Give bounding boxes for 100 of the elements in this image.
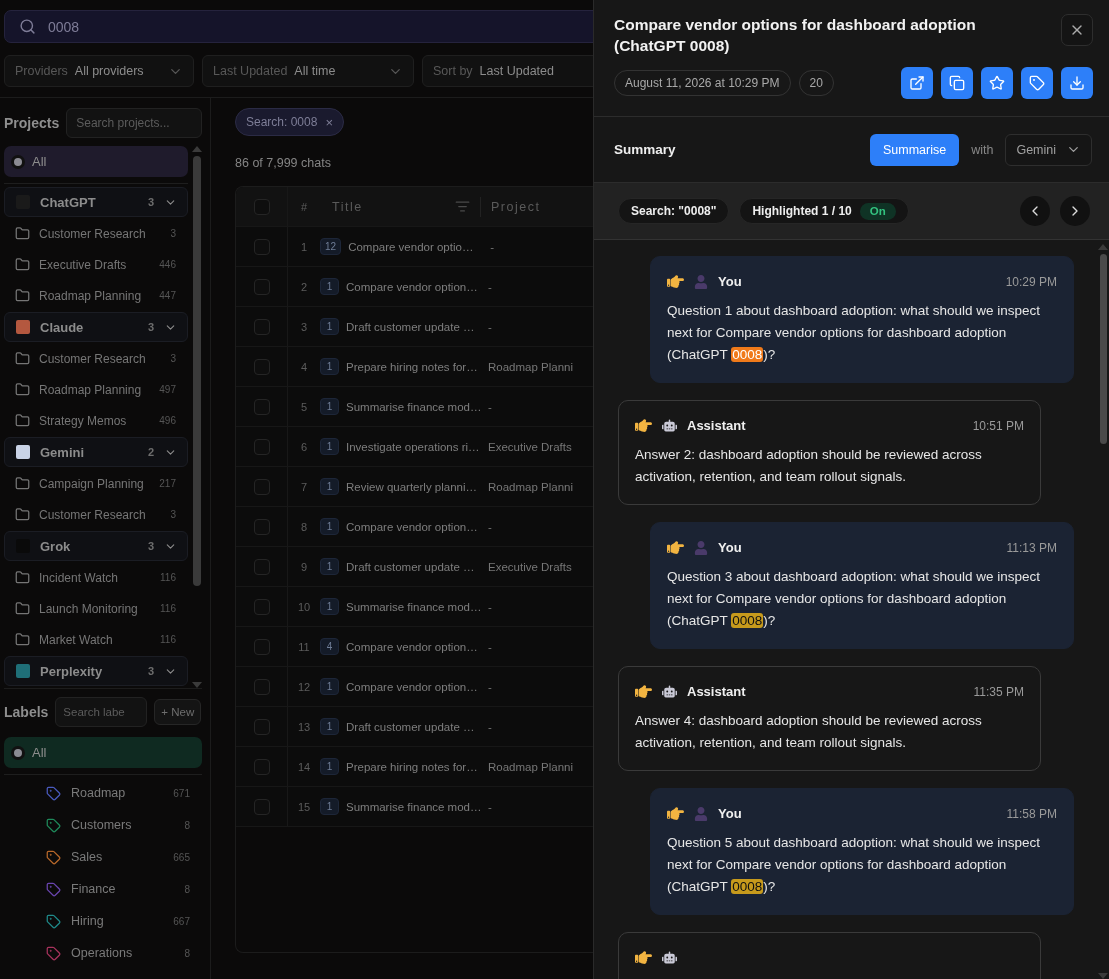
row-checkbox[interactable] xyxy=(253,758,270,775)
star-button[interactable] xyxy=(981,67,1013,99)
chat-title[interactable]: Compare vendor option… xyxy=(346,520,488,533)
column-header: # xyxy=(299,200,309,213)
label-item[interactable]: Finance 8 xyxy=(4,873,202,905)
summarise-button[interactable]: Summarise xyxy=(869,133,960,166)
search-field[interactable]: 0008 xyxy=(4,10,593,43)
scrollbar-thumb[interactable] xyxy=(1099,254,1107,444)
pointing-hand-icon xyxy=(667,805,684,822)
folder-icon xyxy=(15,257,30,272)
filter-dropdown[interactable]: Providers All providers xyxy=(4,55,194,87)
previous-match-button[interactable] xyxy=(1020,196,1050,226)
filter-dropdown[interactable]: Last Updated All time xyxy=(202,55,414,87)
robot-icon xyxy=(662,684,677,699)
row-checkbox[interactable] xyxy=(253,558,270,575)
scroll-down-icon[interactable] xyxy=(1098,973,1108,979)
project-item[interactable]: Incident Watch 116 xyxy=(4,562,188,593)
chat-title[interactable]: Compare vendor optio… xyxy=(348,240,491,253)
chat-title[interactable]: Summarise finance mod… xyxy=(346,400,488,413)
all-labels-item[interactable]: All xyxy=(4,737,202,768)
folder-icon xyxy=(15,570,30,585)
user-message: You 10:29 PM Question 1 about dashboard adoption: what should we inspect next for Compare vendor options for dashboard adoption (ChatGPT 0008)? xyxy=(650,256,1074,383)
label-item[interactable]: Sales 665 xyxy=(4,841,202,873)
project-cell: Roadmap Planni xyxy=(488,360,574,373)
row-checkbox[interactable] xyxy=(253,798,270,815)
scroll-down-icon[interactable] xyxy=(192,682,202,688)
pointing-hand-icon xyxy=(635,417,652,434)
label-item[interactable]: Customers 8 xyxy=(4,809,202,841)
label-search-field[interactable]: Search labe xyxy=(55,697,148,727)
row-checkbox[interactable] xyxy=(253,398,270,415)
chat-title[interactable]: Draft customer update … xyxy=(346,320,488,333)
chat-title[interactable]: Summarise finance mod… xyxy=(346,800,488,813)
person-icon xyxy=(694,540,708,555)
chat-title[interactable]: Draft customer update … xyxy=(346,720,488,733)
chat-title[interactable]: Compare vendor option… xyxy=(346,640,488,653)
next-match-button[interactable] xyxy=(1060,196,1090,226)
column-header: Project xyxy=(491,199,541,214)
label-item[interactable]: Roadmap 671 xyxy=(4,777,202,809)
project-item[interactable]: Customer Research 3 xyxy=(4,343,188,374)
row-checkbox[interactable] xyxy=(253,238,270,255)
message-count-badge: 1 xyxy=(320,278,339,295)
row-number: 5 xyxy=(299,400,309,413)
model-dropdown[interactable]: Gemini xyxy=(1005,133,1092,166)
tag-button[interactable] xyxy=(1021,67,1053,99)
remove-chip-button[interactable]: × xyxy=(325,114,333,130)
row-checkbox[interactable] xyxy=(253,478,270,495)
chat-title[interactable]: Investigate operations ri… xyxy=(346,440,488,453)
project-item[interactable]: Customer Research 3 xyxy=(4,218,188,249)
all-projects-item[interactable]: All xyxy=(4,146,188,177)
chat-title[interactable]: Draft customer update … xyxy=(346,560,488,573)
provider-group[interactable]: Claude 3 xyxy=(4,312,188,342)
folder-icon xyxy=(15,226,30,241)
chat-title[interactable]: Compare vendor option… xyxy=(346,680,488,693)
project-item[interactable]: Market Watch 116 xyxy=(4,624,188,655)
scrollbar-thumb[interactable] xyxy=(193,156,201,586)
chat-title[interactable]: Prepare hiring notes for… xyxy=(346,360,488,373)
project-cell: Executive Drafts xyxy=(488,440,572,453)
new-label-button[interactable]: + New xyxy=(154,699,202,725)
row-checkbox[interactable] xyxy=(253,438,270,455)
folder-icon xyxy=(15,382,30,397)
project-cell: - xyxy=(488,600,492,613)
chat-title[interactable]: Review quarterly planni… xyxy=(346,480,488,493)
message-count-badge: 1 xyxy=(320,438,339,455)
project-item[interactable]: Customer Research 3 xyxy=(4,499,188,530)
project-item[interactable]: Strategy Memos 496 xyxy=(4,405,188,436)
row-checkbox[interactable] xyxy=(253,518,270,535)
provider-group[interactable]: Grok 3 xyxy=(4,531,188,561)
project-item[interactable]: Campaign Planning 217 xyxy=(4,468,188,499)
close-button[interactable] xyxy=(1061,14,1093,46)
project-item[interactable]: Roadmap Planning 497 xyxy=(4,374,188,405)
project-search-field[interactable]: Search projects... xyxy=(66,108,202,138)
filter-dropdown[interactable]: Sort by Last Updated xyxy=(422,55,593,87)
row-checkbox[interactable] xyxy=(253,318,270,335)
project-cell: - xyxy=(488,280,492,293)
label-item[interactable]: Hiring 667 xyxy=(4,905,202,937)
copy-button[interactable] xyxy=(941,67,973,99)
provider-group[interactable]: Perplexity 3 xyxy=(4,656,188,686)
row-checkbox[interactable] xyxy=(253,358,270,375)
row-checkbox[interactable] xyxy=(253,718,270,735)
chat-title[interactable]: Prepare hiring notes for… xyxy=(346,760,488,773)
row-checkbox[interactable] xyxy=(253,638,270,655)
project-item[interactable]: Launch Monitoring 116 xyxy=(4,593,188,624)
label-item[interactable]: Operations 8 xyxy=(4,937,202,969)
chat-title[interactable]: Compare vendor option… xyxy=(346,280,488,293)
row-checkbox[interactable] xyxy=(253,678,270,695)
download-button[interactable] xyxy=(1061,67,1093,99)
project-item[interactable]: Roadmap Planning 447 xyxy=(4,280,188,311)
project-item[interactable]: Executive Drafts 446 xyxy=(4,249,188,280)
open-external-button[interactable] xyxy=(901,67,933,99)
provider-group[interactable]: ChatGPT 3 xyxy=(4,187,188,217)
message-count-badge: 1 xyxy=(320,398,339,415)
row-checkbox[interactable] xyxy=(253,598,270,615)
robot-icon xyxy=(662,950,677,965)
filter-icon[interactable] xyxy=(455,199,470,214)
provider-group[interactable]: Gemini 2 xyxy=(4,437,188,467)
row-checkbox[interactable] xyxy=(253,278,270,295)
chat-title[interactable]: Summarise finance mod… xyxy=(346,600,488,613)
highlight-toggle[interactable]: On xyxy=(859,202,896,220)
person-icon xyxy=(694,806,708,821)
message-count-badge: 1 xyxy=(320,718,339,735)
